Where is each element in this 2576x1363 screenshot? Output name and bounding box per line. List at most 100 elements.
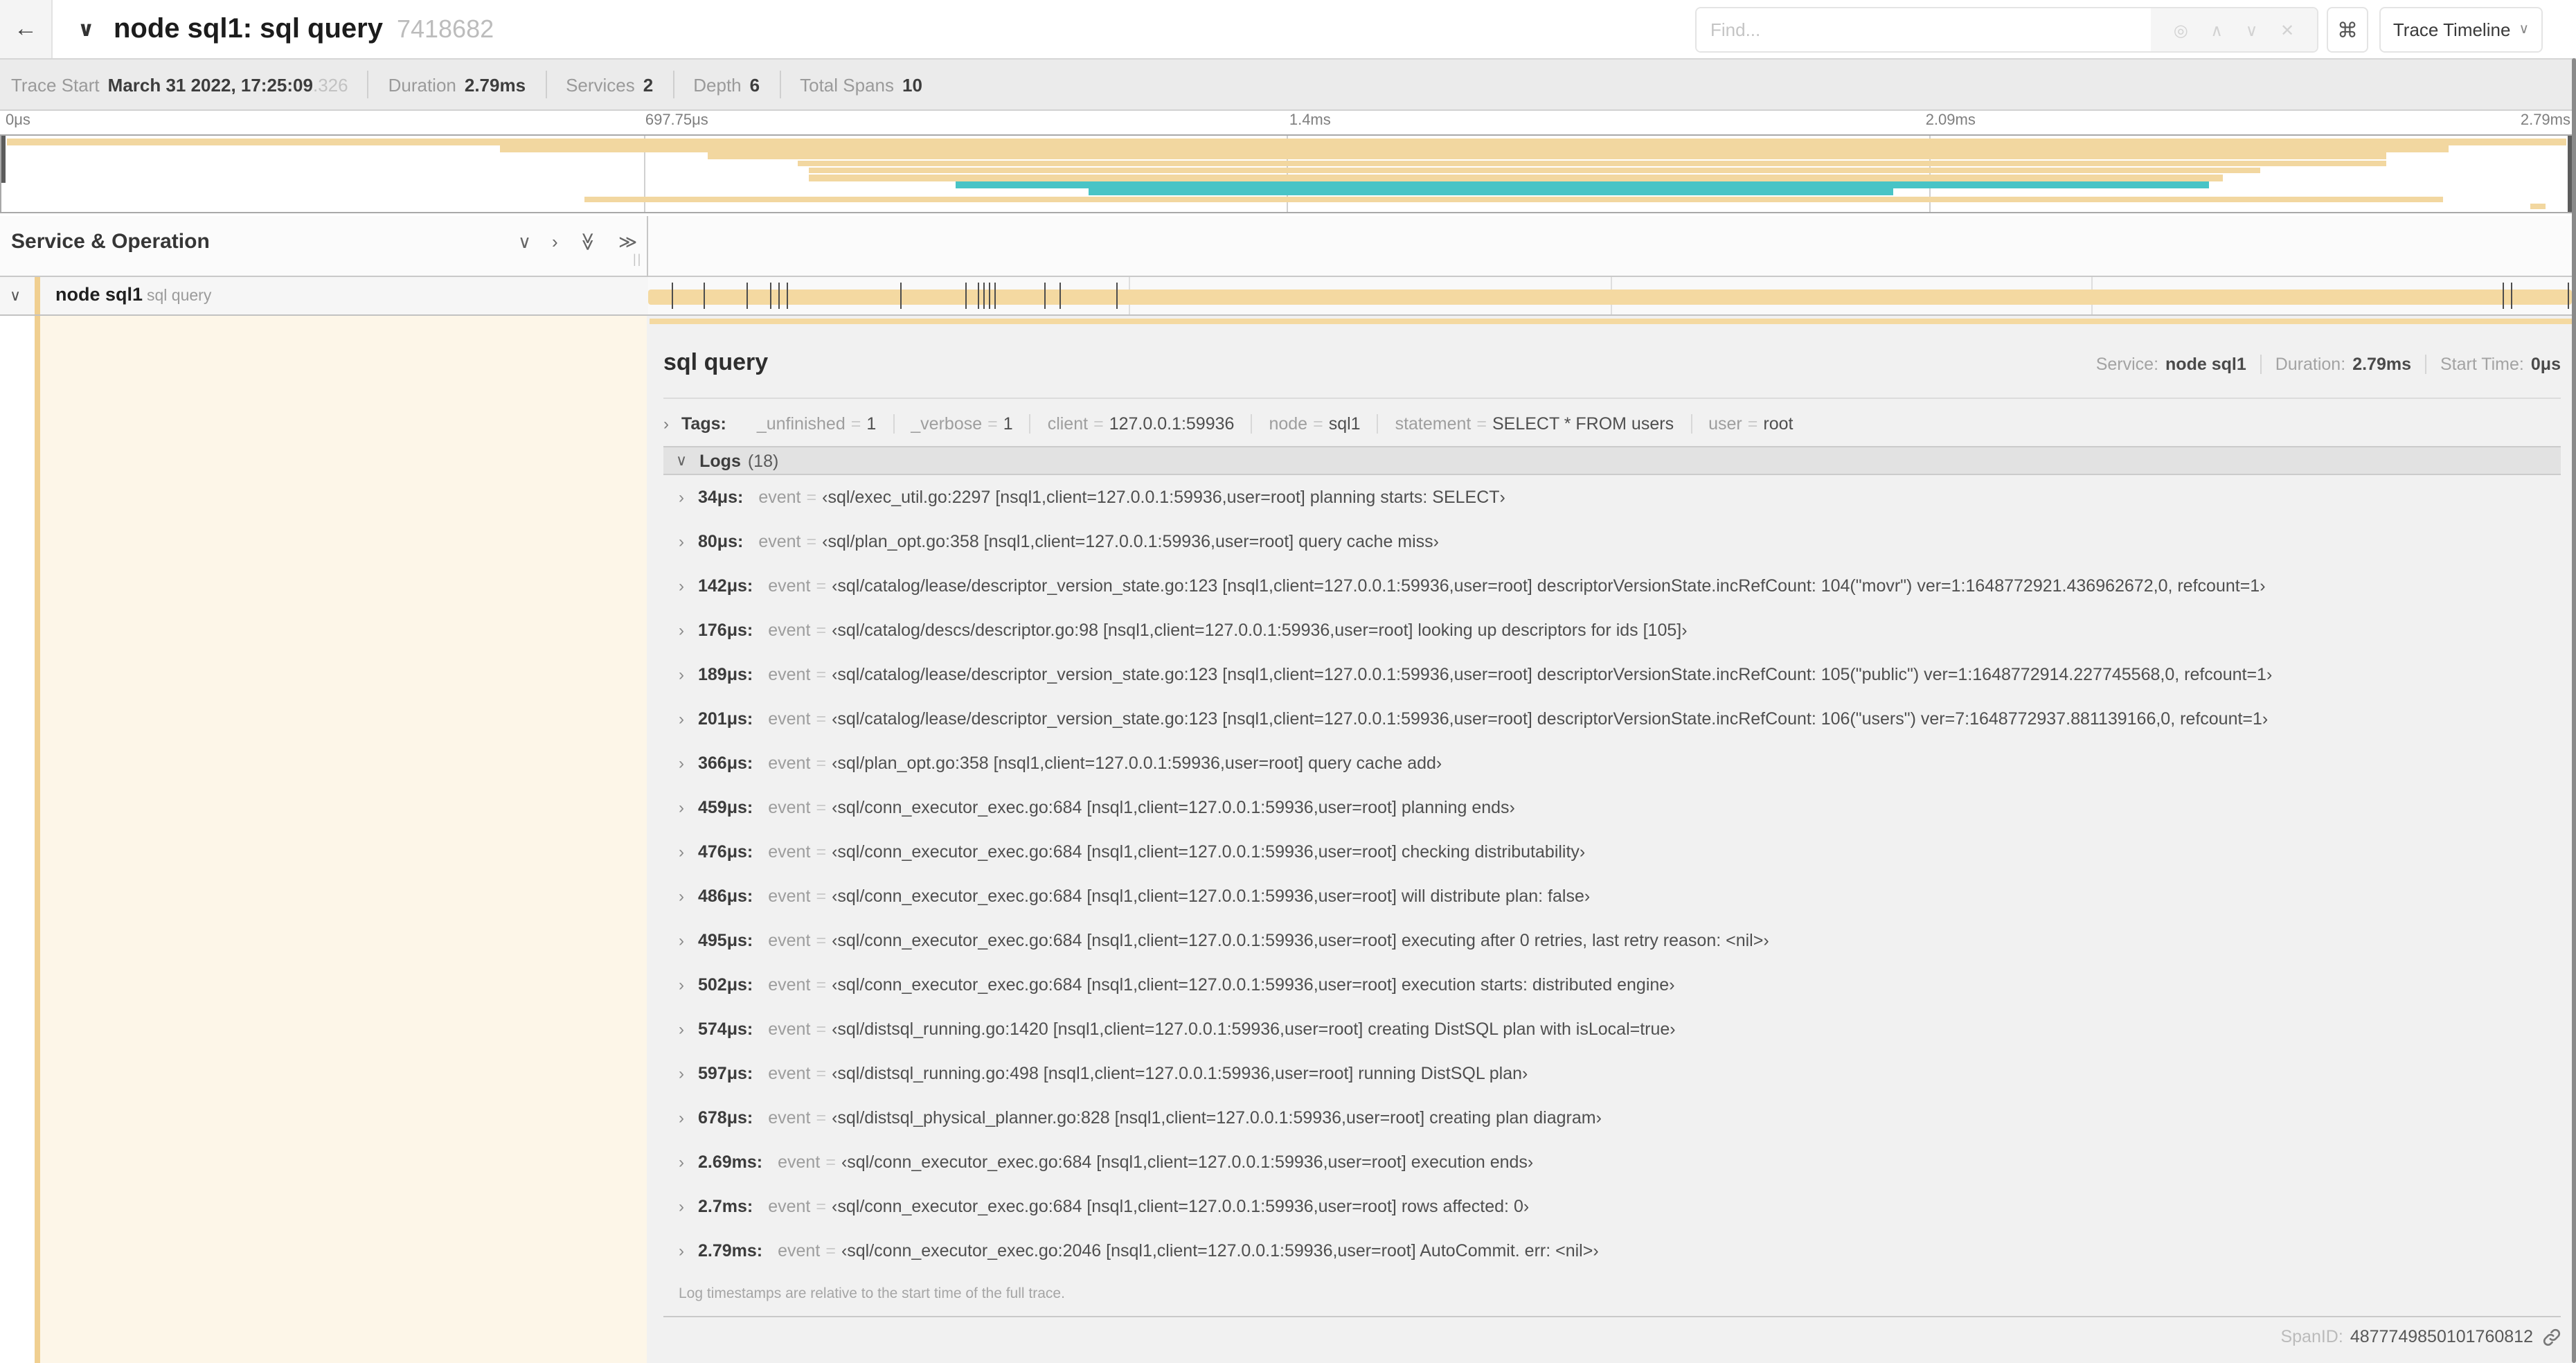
log-timestamp: 574μs:	[698, 1019, 753, 1039]
log-marker[interactable]	[1059, 283, 1062, 309]
log-marker[interactable]	[704, 283, 706, 309]
log-entry[interactable]: › 574μs: event = ‹sql/distsql_running.go:142…	[663, 1007, 2561, 1051]
log-value: ‹sql/conn_executor_exec.go:684 [nsql1,cl…	[832, 931, 1769, 950]
log-entry[interactable]: › 2.79ms: event = ‹sql/conn_executor_exec.go…	[663, 1229, 2561, 1273]
log-marker[interactable]	[988, 283, 990, 309]
log-marker[interactable]	[900, 283, 902, 309]
minimap-span	[1089, 188, 1893, 195]
span-row[interactable]: ∨ node sql1 sql query	[0, 277, 2576, 316]
log-entry[interactable]: › 502μs: event = ‹sql/conn_executor_exec.go:…	[663, 963, 2561, 1007]
minimap-span	[2530, 203, 2546, 210]
chevron-down-icon: ∨	[2519, 22, 2530, 37]
expand-all-icon[interactable]: ≫	[618, 233, 637, 251]
minimap-left-scrubber[interactable]	[1, 136, 6, 184]
chevron-right-icon: ›	[679, 621, 684, 640]
detail-start-time: Start Time: 0μs	[2425, 355, 2561, 374]
minimap-span	[6, 139, 2567, 145]
minimap-span	[584, 196, 2444, 203]
log-value: ‹sql/conn_executor_exec.go:684 [nsql1,cl…	[832, 842, 1586, 862]
log-timestamp: 2.69ms:	[698, 1152, 763, 1172]
chevron-right-icon: ›	[679, 1152, 684, 1172]
prev-match-icon[interactable]: ∧	[2210, 20, 2223, 39]
log-marker[interactable]	[1116, 283, 1118, 309]
log-marker[interactable]	[746, 283, 748, 309]
log-entry[interactable]: › 678μs: event = ‹sql/distsql_physical_plann…	[663, 1096, 2561, 1140]
chevron-right-icon: ›	[679, 1197, 684, 1216]
tag: _verbose = 1	[893, 414, 1029, 434]
log-marker[interactable]	[787, 283, 788, 309]
locate-icon[interactable]: ◎	[2174, 20, 2188, 39]
log-entry[interactable]: › 201μs: event = ‹sql/catalog/lease/descript…	[663, 697, 2561, 741]
clear-find-icon[interactable]: ✕	[2280, 20, 2294, 39]
span-id-label: SpanID:	[2280, 1327, 2343, 1346]
log-timestamp: 495μs:	[698, 931, 753, 950]
log-timestamp: 189μs:	[698, 665, 753, 684]
log-marker[interactable]	[983, 283, 985, 309]
log-value: ‹sql/conn_executor_exec.go:684 [nsql1,cl…	[841, 1152, 1534, 1172]
trace-timeline-page: ← ∨ node sql1: sql query7418682 ◎ ∧ ∨ ✕ …	[0, 0, 2576, 1363]
log-timestamp: 80μs:	[698, 532, 744, 551]
log-marker[interactable]	[1044, 283, 1046, 309]
next-match-icon[interactable]: ∨	[2246, 20, 2258, 39]
logs-accordion-header[interactable]: ∨ Logs (18)	[663, 446, 2561, 475]
find-controls: ◎ ∧ ∨ ✕	[2151, 8, 2317, 51]
log-timestamp: 459μs:	[698, 798, 753, 817]
detail-span-bar[interactable]	[650, 318, 2572, 324]
detail-duration: Duration: 2.79ms	[2260, 355, 2425, 374]
vertical-scrollbar[interactable]	[2572, 58, 2576, 1363]
link-icon[interactable]	[2543, 1328, 2561, 1346]
tags-accordion[interactable]: › Tags: _unfinished = 1 _verbose = 1 client =…	[663, 407, 2561, 440]
log-entry[interactable]: › 366μs: event = ‹sql/plan_opt.go:358 [nsql1…	[663, 741, 2561, 785]
chevron-right-icon: ›	[679, 1064, 684, 1083]
chevron-right-icon: ›	[679, 532, 684, 551]
collapse-one-icon[interactable]: ∨	[518, 233, 531, 251]
log-entry[interactable]: › 486μs: event = ‹sql/conn_executor_exec.go:…	[663, 874, 2561, 918]
log-marker[interactable]	[965, 283, 967, 309]
find-input[interactable]	[1697, 8, 2151, 51]
log-timestamp: 502μs:	[698, 975, 753, 995]
log-marker[interactable]	[2568, 283, 2570, 309]
keyboard-shortcuts-button[interactable]: ⌘	[2327, 7, 2368, 53]
log-marker[interactable]	[778, 283, 780, 309]
page-header: ← ∨ node sql1: sql query7418682 ◎ ∧ ∨ ✕ …	[0, 0, 2576, 58]
log-marker[interactable]	[769, 283, 771, 309]
log-list: › 34μs: event = ‹sql/exec_util.go:2297 [nsql…	[663, 475, 2561, 1273]
log-entry[interactable]: › 459μs: event = ‹sql/conn_executor_exec.go:…	[663, 785, 2561, 830]
span-duration-bar[interactable]	[648, 289, 2572, 304]
log-entry[interactable]: › 189μs: event = ‹sql/catalog/lease/descript…	[663, 652, 2561, 697]
trace-minimap[interactable]	[0, 134, 2573, 213]
command-icon: ⌘	[2337, 19, 2358, 42]
log-entry[interactable]: › 2.7ms: event = ‹sql/conn_executor_exec.go:…	[663, 1184, 2561, 1229]
log-entry[interactable]: › 80μs: event = ‹sql/plan_opt.go:358 [nsql1,…	[663, 519, 2561, 564]
detail-name-column	[40, 316, 647, 1363]
minimap-tick-labels: 0μs 697.75μs 1.4ms 2.09ms 2.79ms	[0, 111, 2576, 134]
expand-one-icon[interactable]: ›	[552, 233, 558, 251]
chevron-right-icon: ›	[679, 665, 684, 684]
column-resize-handle[interactable]: ||	[633, 252, 642, 266]
collapse-children-icon[interactable]: ∨	[10, 287, 21, 305]
minimap-span	[798, 160, 2387, 167]
log-entry[interactable]: › 495μs: event = ‹sql/conn_executor_exec.go:…	[663, 918, 2561, 963]
log-marker[interactable]	[671, 283, 673, 309]
log-marker[interactable]	[2510, 283, 2512, 309]
trace-total-spans: Total Spans 10	[779, 71, 942, 98]
collapse-all-icon[interactable]: ≫	[578, 232, 598, 251]
span-id-value: 4877749850101760812	[2350, 1327, 2533, 1346]
log-entry[interactable]: › 34μs: event = ‹sql/exec_util.go:2297 [nsql…	[663, 475, 2561, 519]
tick-label: 697.75μs	[645, 112, 708, 129]
log-marker[interactable]	[2502, 283, 2504, 309]
chevron-right-icon: ›	[679, 842, 684, 862]
chevron-right-icon: ›	[679, 798, 684, 817]
log-marker[interactable]	[977, 283, 979, 309]
service-operation-heading: Service & Operation	[11, 230, 210, 253]
log-entry[interactable]: › 597μs: event = ‹sql/distsql_running.go:498…	[663, 1051, 2561, 1096]
log-entry[interactable]: › 176μs: event = ‹sql/catalog/descs/descript…	[663, 608, 2561, 652]
span-operation-name: sql query	[147, 288, 212, 305]
log-entry[interactable]: › 142μs: event = ‹sql/catalog/lease/descript…	[663, 564, 2561, 608]
log-entry[interactable]: › 476μs: event = ‹sql/conn_executor_exec.go:…	[663, 830, 2561, 874]
back-button[interactable]: ←	[0, 0, 53, 58]
view-selector-button[interactable]: Trace Timeline ∨	[2379, 7, 2543, 53]
trace-collapse-toggle[interactable]: ∨	[78, 0, 94, 58]
log-entry[interactable]: › 2.69ms: event = ‹sql/conn_executor_exec.go…	[663, 1140, 2561, 1184]
log-marker[interactable]	[994, 283, 996, 309]
